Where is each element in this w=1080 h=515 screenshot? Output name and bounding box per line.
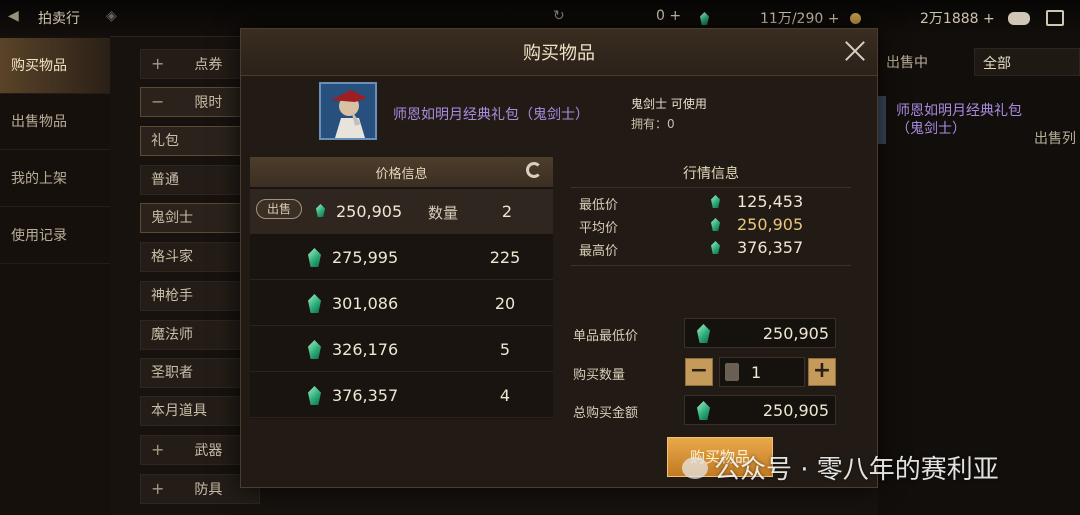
- on-sale-label: 出售中: [886, 55, 928, 71]
- nav-my-listings[interactable]: 我的上架: [0, 151, 110, 207]
- price-info-title: 价格信息: [375, 167, 428, 182]
- item-thumb-edge: [878, 96, 886, 144]
- buy-item-dialog: 购买物品 师恩如明月经典礼包（鬼剑士） 鬼剑士 可使用 拥有：0 价格信息 出售…: [240, 28, 878, 488]
- listing-price: 376,357: [332, 386, 399, 405]
- listing-quantity: 2: [501, 202, 513, 221]
- gem-icon: [697, 401, 710, 420]
- menu-icon[interactable]: [1046, 10, 1064, 26]
- owned-count: 拥有：0: [631, 117, 675, 131]
- increase-quantity-button[interactable]: +: [808, 358, 836, 386]
- currency-3[interactable]: 2万1888 +: [920, 8, 995, 28]
- expand-icon: +: [151, 440, 165, 459]
- expand-icon: +: [151, 54, 165, 73]
- listing-price: 250,905: [336, 202, 403, 221]
- item-name[interactable]: 师恩如明月经典礼包（鬼剑士）: [896, 102, 1026, 138]
- currency-1[interactable]: 0 +: [656, 8, 681, 24]
- filter-dropdown[interactable]: 全部: [974, 48, 1080, 76]
- listing-quantity: 225: [489, 248, 521, 267]
- category-label: 限时: [194, 95, 223, 111]
- listing-price: 301,086: [332, 294, 399, 313]
- watermark: 公众号 · 零八年的赛利亚: [714, 455, 999, 485]
- refresh-small-icon[interactable]: ↻: [553, 8, 565, 24]
- sell-list-label: 出售列: [1034, 131, 1076, 147]
- currency-2[interactable]: 11万/290 +: [760, 8, 839, 28]
- listing-row[interactable]: 301,086 20: [250, 281, 553, 326]
- calculator-icon[interactable]: [725, 363, 739, 381]
- gem-icon: [308, 248, 321, 267]
- item-icon: [319, 82, 377, 140]
- back-icon[interactable]: ◀: [8, 8, 19, 24]
- gem-icon: [711, 218, 720, 231]
- total-price-label: 总购买金额: [573, 406, 639, 421]
- item-name: 师恩如明月经典礼包（鬼剑士）: [393, 107, 589, 123]
- listing-quantity: 20: [494, 294, 516, 313]
- listing-price: 326,176: [332, 340, 399, 359]
- close-icon[interactable]: [841, 37, 869, 65]
- unit-min-price-value: 250,905: [762, 324, 829, 343]
- page-title: 拍卖行: [38, 11, 80, 27]
- nav-usage-history[interactable]: 使用记录: [0, 208, 110, 264]
- sell-badge: 出售: [256, 199, 302, 219]
- help-icon[interactable]: ◈: [106, 8, 117, 24]
- min-price-label: 最低价: [579, 198, 619, 213]
- category-label: 武器: [194, 443, 223, 459]
- market-info-title: 行情信息: [683, 166, 739, 182]
- category-label: 防具: [194, 482, 223, 498]
- quantity-label: 购买数量: [573, 368, 626, 383]
- category-label: 点券: [194, 57, 223, 73]
- gem-icon: [697, 324, 710, 343]
- nav-buy-items[interactable]: 购买物品: [0, 38, 110, 94]
- total-price-field: 250,905: [684, 395, 836, 425]
- character-portrait-icon: [321, 84, 375, 138]
- listing-quantity: 5: [499, 340, 511, 359]
- unit-min-price-label: 单品最低价: [573, 329, 639, 344]
- min-price-value: 125,453: [737, 192, 804, 211]
- unit-min-price-field: 250,905: [684, 318, 836, 348]
- divider: [571, 187, 851, 188]
- listing-row[interactable]: 出售 250,905 数量 2: [250, 189, 553, 234]
- gem-icon: [308, 340, 321, 359]
- collapse-icon: −: [151, 92, 165, 111]
- avg-price-value: 250,905: [737, 215, 804, 234]
- listing-row[interactable]: 275,995 225: [250, 235, 553, 280]
- avg-price-label: 平均价: [579, 221, 619, 236]
- nav-sell-items[interactable]: 出售物品: [0, 94, 110, 150]
- listing-price: 275,995: [332, 248, 399, 267]
- left-nav: 购买物品 出售物品 我的上架 使用记录: [0, 36, 110, 515]
- gem-icon: [308, 386, 321, 405]
- total-price-value: 250,905: [762, 401, 829, 420]
- divider: [571, 265, 851, 266]
- quantity-label: 数量: [428, 204, 459, 222]
- listing-quantity: 4: [499, 386, 511, 405]
- coin-icon: [850, 13, 861, 24]
- decrease-quantity-button[interactable]: −: [685, 358, 713, 386]
- quantity-value: 1: [751, 363, 762, 382]
- max-price-value: 376,357: [737, 238, 804, 257]
- dialog-title: 购买物品: [523, 43, 595, 64]
- wechat-icon: [682, 457, 708, 479]
- chat-icon[interactable]: [1008, 12, 1030, 25]
- gem-icon: [711, 195, 720, 208]
- listing-row[interactable]: 326,176 5: [250, 327, 553, 372]
- gem-icon: [711, 241, 720, 254]
- right-background-panel: 出售中 全部 师恩如明月经典礼包（鬼剑士） 出售列: [878, 36, 1080, 515]
- refresh-icon[interactable]: [526, 162, 542, 178]
- max-price-label: 最高价: [579, 244, 619, 259]
- class-usable-label: 鬼剑士 可使用: [631, 97, 707, 111]
- gem-icon: [700, 12, 709, 25]
- expand-icon: +: [151, 479, 165, 498]
- gem-icon: [316, 204, 325, 217]
- gem-icon: [308, 294, 321, 313]
- filter-value: 全部: [983, 56, 1011, 72]
- listing-row[interactable]: 376,357 4: [250, 373, 553, 418]
